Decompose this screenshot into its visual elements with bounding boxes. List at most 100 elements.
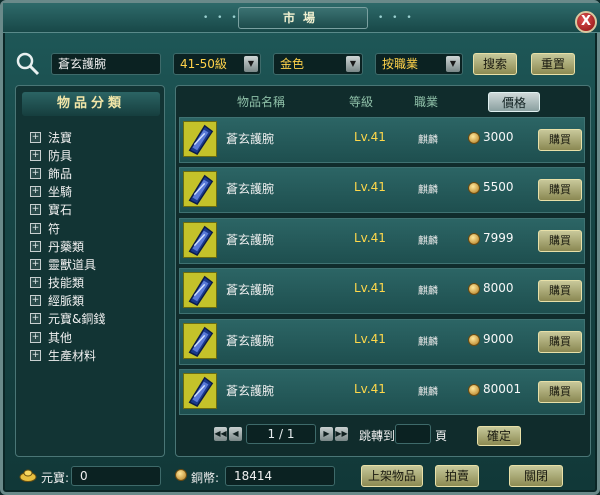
bracer-item-icon[interactable] xyxy=(183,272,217,309)
category-item[interactable]: + 元寶&銅錢 xyxy=(30,310,105,328)
category-label: 經脈類 xyxy=(48,294,85,309)
item-name: 蒼玄護腕 xyxy=(226,132,275,146)
category-label: 符 xyxy=(48,221,61,236)
expand-icon[interactable]: + xyxy=(30,131,41,143)
table-row[interactable]: 蒼玄護腕 Lv.41 麒麟 8000 購買 xyxy=(179,268,585,315)
copper-coin-icon xyxy=(468,232,480,245)
category-item[interactable]: + 生產材料 xyxy=(30,346,105,364)
expand-icon[interactable]: + xyxy=(30,204,41,216)
column-header-price[interactable]: 價格 xyxy=(488,92,540,112)
item-level: Lv.41 xyxy=(354,382,386,396)
sort-filter-select[interactable]: 按職業 ▼ xyxy=(375,53,463,75)
category-item[interactable]: + 技能類 xyxy=(30,274,105,292)
auction-button[interactable]: 拍賣 xyxy=(435,465,479,487)
expand-icon[interactable]: + xyxy=(30,331,41,343)
bracer-item-icon[interactable] xyxy=(183,121,217,157)
category-item[interactable]: + 靈獸道具 xyxy=(30,255,105,273)
buy-button[interactable]: 購買 xyxy=(538,330,582,353)
search-input[interactable]: 蒼玄護腕 xyxy=(51,53,161,75)
expand-icon[interactable]: + xyxy=(30,167,41,179)
item-job: 麒麟 xyxy=(418,235,438,247)
category-item[interactable]: + 符 xyxy=(30,219,105,237)
expand-icon[interactable]: + xyxy=(30,313,41,325)
item-name: 蒼玄護腕 xyxy=(226,182,275,197)
item-price: 5500 xyxy=(483,180,514,195)
copper-label: 銅幣: xyxy=(191,471,220,485)
column-header-job[interactable]: 職業 xyxy=(401,92,451,112)
confirm-jump-button[interactable]: 確定 xyxy=(477,426,521,446)
table-row[interactable]: 蒼玄護腕 Lv.41 麒麟 80001 購買 xyxy=(179,369,585,415)
expand-icon[interactable]: + xyxy=(30,295,41,307)
jump-page-input[interactable] xyxy=(395,424,431,444)
table-row[interactable]: 蒼玄護腕 Lv.41 麒麟 7999 購買 xyxy=(179,217,585,264)
bracer-item-icon[interactable] xyxy=(183,322,217,359)
chevron-down-icon: ▼ xyxy=(346,56,360,72)
table-row[interactable]: 蒼玄護腕 Lv.41 麒麟 9000 購買 xyxy=(179,318,585,365)
item-job: 麒麟 xyxy=(418,336,438,348)
expand-icon[interactable]: + xyxy=(30,149,41,161)
bracer-item-icon[interactable] xyxy=(183,221,217,258)
color-filter-select[interactable]: 金色 ▼ xyxy=(273,53,363,75)
search-icon[interactable] xyxy=(15,51,41,77)
category-header: 物品分類 xyxy=(22,92,160,116)
category-item[interactable]: + 飾品 xyxy=(30,164,105,182)
category-item[interactable]: + 防具 xyxy=(30,146,105,164)
category-panel: 物品分類 + 法寶 + 防具 + 飾品 + 坐騎 + 寶石 + 符 + 丹藥類 + 靈獸道具 +… xyxy=(15,85,165,457)
bracer-item-icon[interactable] xyxy=(183,373,217,409)
item-price: 7999 xyxy=(483,230,514,245)
category-label: 防具 xyxy=(48,148,73,163)
buy-button[interactable]: 購買 xyxy=(538,229,582,252)
buy-button[interactable]: 購買 xyxy=(538,179,582,202)
search-bar: 蒼玄護腕 41-50級 ▼ 金色 ▼ 按職業 ▼ 搜索 重置 xyxy=(15,49,591,79)
category-item[interactable]: + 經脈類 xyxy=(30,292,105,310)
expand-icon[interactable]: + xyxy=(30,349,41,361)
copper-coin-icon xyxy=(468,182,480,195)
category-item[interactable]: + 其他 xyxy=(30,328,105,346)
item-job: 麒麟 xyxy=(418,387,438,398)
chevron-down-icon: ▼ xyxy=(244,56,258,72)
level-filter-select[interactable]: 41-50級 ▼ xyxy=(173,53,261,75)
expand-icon[interactable]: + xyxy=(30,258,41,270)
category-list: + 法寶 + 防具 + 飾品 + 坐騎 + 寶石 + 符 + 丹藥類 + 靈獸道具 + 技能類 +… xyxy=(30,128,105,364)
item-level: Lv.41 xyxy=(354,130,386,144)
expand-icon[interactable]: + xyxy=(30,277,41,289)
table-row[interactable]: 蒼玄護腕 Lv.41 麒麟 3000 購買 xyxy=(179,117,585,163)
category-item[interactable]: + 坐騎 xyxy=(30,183,105,201)
expand-icon[interactable]: + xyxy=(30,186,41,198)
next-page-button[interactable]: ▶ xyxy=(320,427,333,441)
buy-button[interactable]: 購買 xyxy=(538,129,582,151)
last-page-button[interactable]: ▶▶ xyxy=(335,427,348,441)
window-title: 市場 xyxy=(238,7,368,29)
reset-button[interactable]: 重置 xyxy=(531,53,575,75)
item-price: 8000 xyxy=(483,281,514,296)
category-label: 元寶&銅錢 xyxy=(48,312,106,327)
list-item-button[interactable]: 上架物品 xyxy=(361,465,423,487)
bracer-item-icon[interactable] xyxy=(183,171,217,208)
buy-button[interactable]: 購買 xyxy=(538,280,582,303)
table-row[interactable]: 蒼玄護腕 Lv.41 麒麟 5500 購買 xyxy=(179,167,585,214)
title-ornament-right: • • • xyxy=(378,13,415,23)
prev-page-button[interactable]: ◀ xyxy=(229,427,242,441)
item-job: 麒麟 xyxy=(418,286,438,298)
close-button[interactable]: 關閉 xyxy=(509,465,563,487)
market-window: • • • 市場 • • • X 蒼玄護腕 41-50級 ▼ 金色 ▼ 按職業 … xyxy=(0,0,600,495)
buy-button[interactable]: 購買 xyxy=(538,381,582,403)
category-item[interactable]: + 法寶 xyxy=(30,128,105,146)
category-label: 丹藥類 xyxy=(48,239,85,254)
first-page-button[interactable]: ◀◀ xyxy=(214,427,227,441)
column-header-name[interactable]: 物品名稱 xyxy=(216,92,306,112)
copper-coin-icon xyxy=(468,333,480,346)
copper-coin-icon xyxy=(468,132,480,144)
item-price: 80001 xyxy=(483,382,522,396)
search-button[interactable]: 搜索 xyxy=(473,53,517,75)
category-item[interactable]: + 寶石 xyxy=(30,201,105,219)
category-label: 坐騎 xyxy=(48,185,73,200)
expand-icon[interactable]: + xyxy=(30,222,41,234)
column-header-level[interactable]: 等級 xyxy=(336,92,386,112)
level-filter-value: 41-50級 xyxy=(180,57,227,71)
expand-icon[interactable]: + xyxy=(30,240,41,252)
category-item[interactable]: + 丹藥類 xyxy=(30,237,105,255)
chevron-down-icon: ▼ xyxy=(446,56,460,72)
close-window-button[interactable]: X xyxy=(575,11,597,33)
yuanbao-icon xyxy=(19,469,37,482)
